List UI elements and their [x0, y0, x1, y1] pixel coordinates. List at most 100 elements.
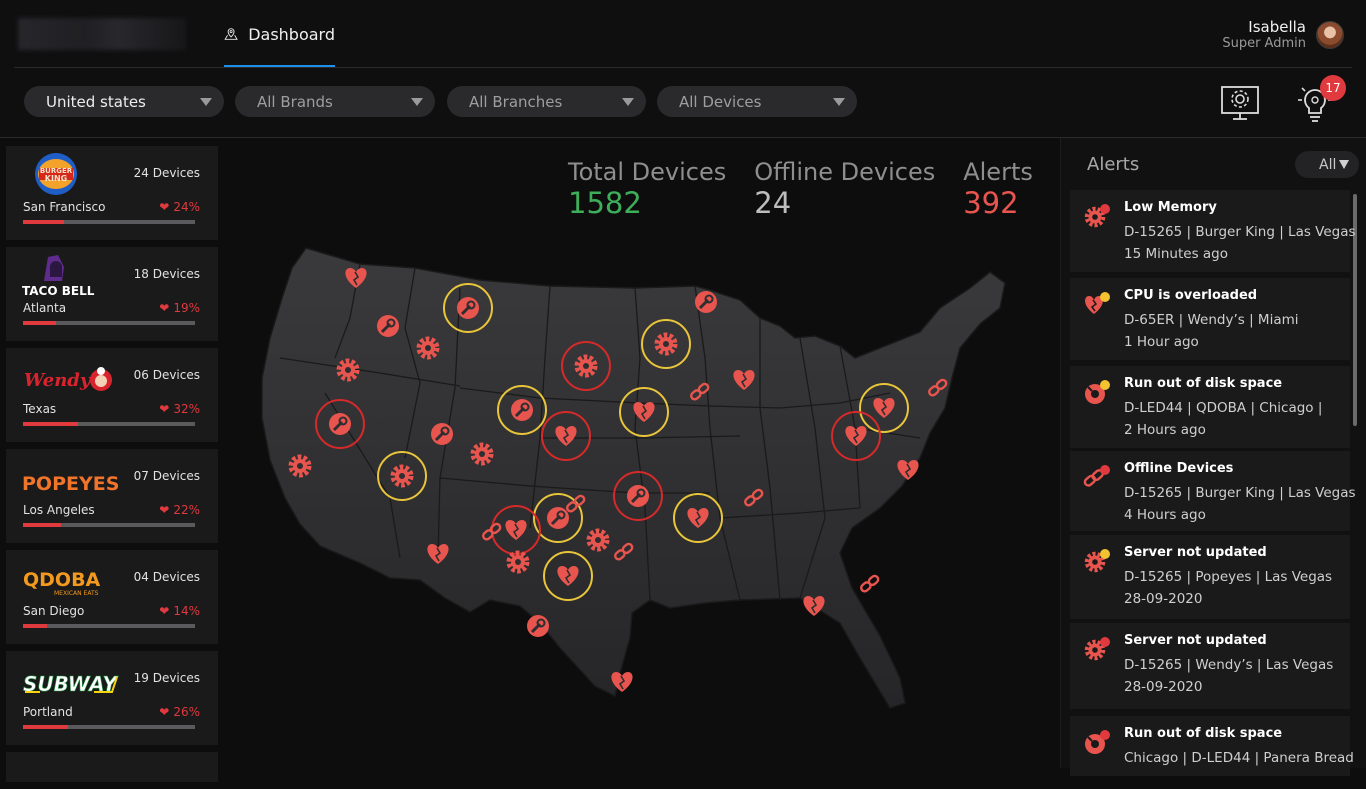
- health-percent: ❤ 19%: [159, 301, 200, 315]
- city-label: Portland: [23, 705, 73, 719]
- device-count: 24 Devices: [133, 166, 200, 180]
- heart-icon: ❤: [159, 705, 170, 719]
- alert-item[interactable]: Run out of disk space D-LED44 | QDOBA | C…: [1070, 366, 1350, 448]
- wrench-icon[interactable]: [429, 421, 455, 447]
- avatar[interactable]: [1316, 20, 1344, 49]
- alerts-filter-select[interactable]: All: [1295, 151, 1359, 178]
- link-icon[interactable]: [858, 573, 881, 594]
- chevron-down-icon: [411, 98, 423, 106]
- brand-card[interactable]: BURGER KING 24 Devices San Francisco ❤ 24…: [6, 146, 218, 240]
- alert-title: Offline Devices: [1124, 461, 1234, 476]
- heart-icon: ❤: [159, 301, 170, 315]
- health-bar-fill: [23, 422, 79, 426]
- device-count: 06 Devices: [133, 368, 200, 382]
- heart-icon: ❤: [159, 604, 170, 618]
- wrench-icon[interactable]: [625, 483, 651, 509]
- brands-select-value: All Brands: [257, 92, 333, 111]
- disk-icon: [1085, 380, 1110, 404]
- notification-badge: 17: [1320, 75, 1346, 101]
- brands-select[interactable]: All Brands: [235, 86, 435, 117]
- popeyes-logo: POPEYES: [22, 473, 119, 495]
- alert-severity-dot: [1100, 380, 1110, 390]
- health-bar-fill: [23, 624, 48, 628]
- user-role: Super Admin: [1222, 36, 1306, 51]
- heart-icon: ❤: [159, 503, 170, 517]
- stats-summary: Total Devices 1582 Offline Devices 24 Al…: [568, 156, 1033, 218]
- city-label: Atlanta: [23, 301, 67, 315]
- health-percent: ❤ 24%: [159, 200, 200, 214]
- svg-text:QDOBA: QDOBA: [23, 569, 101, 591]
- alert-severity-dot: [1100, 549, 1110, 559]
- tab-dashboard-label: Dashboard: [248, 24, 335, 44]
- alert-item[interactable]: Server not updated D-15265 | Wendy’s | La…: [1070, 623, 1350, 709]
- wrench-icon[interactable]: [375, 313, 401, 339]
- health-bar: [23, 321, 195, 325]
- health-percent: ❤ 22%: [159, 503, 200, 517]
- alert-item[interactable]: Low Memory D-15265 | Burger King | Las Ve…: [1070, 190, 1356, 272]
- taco-bell-logo: TACO BELL: [22, 255, 95, 298]
- us-landmass: [261, 247, 1006, 709]
- brand-card[interactable]: SUBWAY 19 Devices Portland ❤ 26%: [6, 651, 218, 745]
- filter-icon: [1339, 160, 1349, 169]
- alert-item[interactable]: Server not updated D-15265 | Popeyes | La…: [1070, 535, 1350, 619]
- gear-icon: [1084, 637, 1110, 661]
- health-percent-value: 26%: [173, 705, 200, 719]
- alert-item[interactable]: Offline Devices D-15265 | Burger King | L…: [1070, 451, 1356, 531]
- stat-value: 392: [963, 186, 1019, 220]
- alert-details: D-15265 | Wendy’s | Las Vegas: [1124, 657, 1334, 673]
- alert-title: Run out of disk space: [1124, 726, 1283, 741]
- brand-list: BURGER KING 24 Devices San Francisco ❤ 24…: [6, 146, 218, 789]
- alert-details: D-15265 | Burger King | Las Vegas: [1124, 485, 1356, 501]
- health-bar-fill: [23, 725, 68, 729]
- alert-severity-dot: [1100, 292, 1110, 302]
- alert-title: Server not updated: [1124, 633, 1267, 648]
- alert-details: D-15265 | Burger King | Las Vegas: [1124, 224, 1356, 240]
- wrench-icon[interactable]: [455, 295, 481, 321]
- devices-select[interactable]: All Devices: [657, 86, 857, 117]
- alert-time: 15 Minutes ago: [1124, 246, 1229, 262]
- alert-time: 4 Hours ago: [1124, 507, 1206, 523]
- stat-value: 1582: [568, 186, 642, 220]
- city-label: San Francisco: [23, 200, 106, 214]
- health-percent-value: 19%: [173, 301, 200, 315]
- alerts-panel: Alerts All Low Memory D-15265 | Burger Ki…: [1060, 138, 1366, 776]
- alert-title: Low Memory: [1124, 200, 1217, 215]
- top-bar: Dashboard Isabella Super Admin: [0, 0, 1366, 68]
- health-bar-fill: [23, 220, 65, 224]
- alert-title: Server not updated: [1124, 545, 1267, 560]
- wrench-icon[interactable]: [327, 411, 353, 437]
- us-device-map[interactable]: [240, 228, 1040, 728]
- wrench-icon[interactable]: [693, 289, 719, 315]
- health-bar: [23, 624, 195, 628]
- svg-text:KING: KING: [45, 174, 67, 183]
- brand-card[interactable]: Wendy's 06 Devices Texas ❤ 32%: [6, 348, 218, 442]
- brand-card[interactable]: QDOBA MEXICAN EATS 04 Devices San Diego …: [6, 550, 218, 644]
- health-bar: [23, 422, 195, 426]
- brand-card[interactable]: TACO BELL 18 Devices Atlanta ❤ 19%: [6, 247, 218, 341]
- devices-select-value: All Devices: [679, 92, 762, 111]
- alert-item[interactable]: CPU is overloaded D-65ER | Wendy’s | Miam…: [1070, 278, 1350, 360]
- health-percent: ❤ 32%: [159, 402, 200, 416]
- tab-dashboard[interactable]: Dashboard: [224, 0, 335, 68]
- user-menu[interactable]: Isabella Super Admin: [1222, 18, 1344, 51]
- monitor-settings-icon[interactable]: [1220, 84, 1260, 122]
- country-select[interactable]: United states: [24, 86, 224, 117]
- device-count: 07 Devices: [133, 469, 200, 483]
- brand-card[interactable]: [6, 752, 218, 782]
- alert-title: Run out of disk space: [1124, 376, 1283, 391]
- alert-item[interactable]: Run out of disk space Chicago | D-LED44 |…: [1070, 716, 1354, 776]
- health-percent: ❤ 26%: [159, 705, 200, 719]
- wrench-icon[interactable]: [525, 613, 551, 639]
- branches-select[interactable]: All Branches: [447, 86, 646, 117]
- wrench-icon[interactable]: [545, 505, 571, 531]
- health-bar-fill: [23, 523, 61, 527]
- alert-severity-dot: [1100, 730, 1110, 740]
- alert-time: 1 Hour ago: [1124, 334, 1199, 350]
- svg-text:POPEYES: POPEYES: [22, 473, 119, 495]
- brand-card[interactable]: POPEYES 07 Devices Los Angeles ❤ 22%: [6, 449, 218, 543]
- alert-time: 28-09-2020: [1124, 591, 1203, 607]
- stat-value: 24: [754, 186, 792, 220]
- qdoba-logo: QDOBA MEXICAN EATS: [23, 569, 101, 597]
- wrench-icon[interactable]: [509, 397, 535, 423]
- map-pin-icon: [224, 28, 238, 40]
